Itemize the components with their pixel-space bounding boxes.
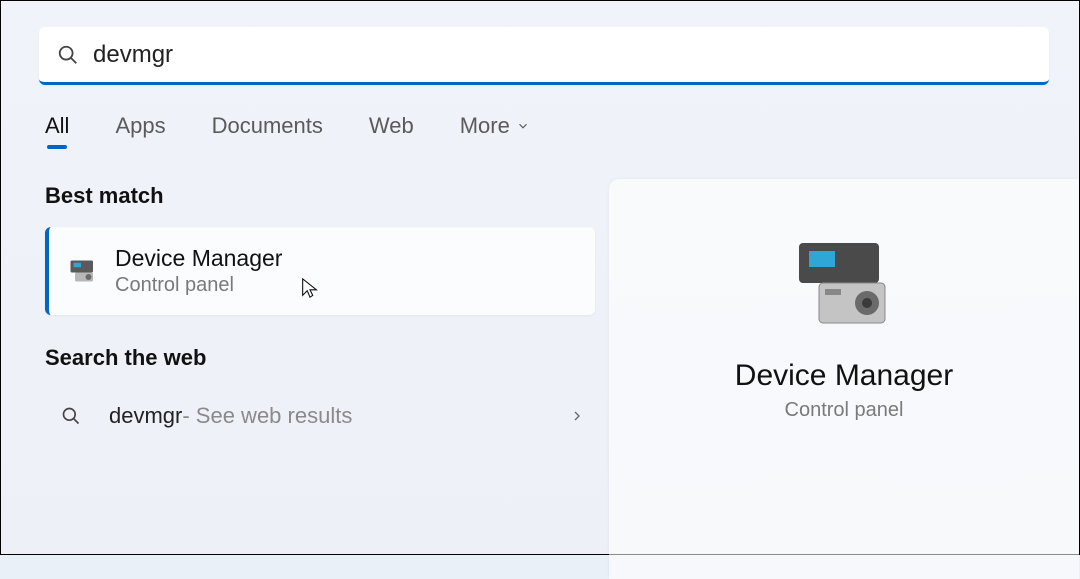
preview-pane: Device Manager Control panel xyxy=(609,179,1079,579)
chevron-down-icon xyxy=(516,119,530,133)
search-web-heading: Search the web xyxy=(45,345,609,371)
preview-subtitle: Control panel xyxy=(609,399,1079,422)
preview-title: Device Manager xyxy=(609,359,1079,393)
search-icon xyxy=(61,406,81,426)
tab-more-label: More xyxy=(460,113,510,139)
search-bar[interactable] xyxy=(39,27,1049,85)
content-area: Best match Device Manager Control panel … xyxy=(1,183,1079,579)
search-input[interactable] xyxy=(93,41,1031,69)
tab-web[interactable]: Web xyxy=(369,113,414,147)
tab-all[interactable]: All xyxy=(45,113,69,147)
web-result-hint: - See web results xyxy=(182,403,352,429)
web-result-query: devmgr xyxy=(109,403,182,429)
tab-documents[interactable]: Documents xyxy=(212,113,323,147)
tab-more[interactable]: More xyxy=(460,113,530,147)
device-manager-icon xyxy=(69,258,99,284)
search-icon xyxy=(57,44,79,66)
cursor-icon xyxy=(299,277,321,299)
device-manager-large-icon xyxy=(789,239,899,329)
best-match-heading: Best match xyxy=(45,183,609,209)
filter-tabs: All Apps Documents Web More xyxy=(45,113,1079,147)
result-text: Device Manager Control panel xyxy=(115,245,282,297)
tab-apps[interactable]: Apps xyxy=(115,113,165,147)
search-panel: All Apps Documents Web More Best match D… xyxy=(1,1,1079,554)
results-column: Best match Device Manager Control panel … xyxy=(1,183,609,579)
result-subtitle: Control panel xyxy=(115,274,282,297)
web-result-row[interactable]: devmgr - See web results xyxy=(45,389,595,443)
result-title: Device Manager xyxy=(115,245,282,272)
chevron-right-icon xyxy=(569,408,585,424)
best-match-result[interactable]: Device Manager Control panel xyxy=(45,227,595,315)
